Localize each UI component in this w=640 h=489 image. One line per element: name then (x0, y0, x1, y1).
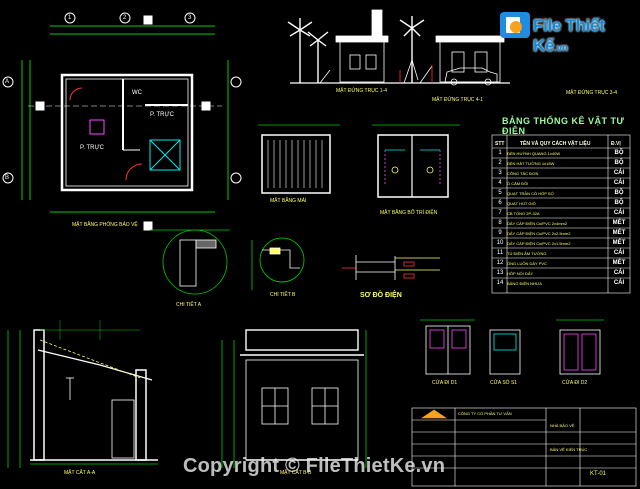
table-row-number: 1 (498, 150, 502, 156)
table-row-unit: CÁI (613, 180, 625, 186)
copyright-watermark: Copyright © FileThietKe.vn (183, 455, 446, 477)
floor-plan (2, 12, 242, 231)
table-row-unit: BỘ (614, 150, 624, 156)
title-block-drawing: BẢN VẼ KIẾN TRÚC (550, 447, 588, 452)
caption-elev-front: MẶT ĐỨNG TRỤC 1-4 (336, 88, 388, 94)
caption-elev-back: MẶT ĐỨNG TRỤC 3-4 (566, 90, 618, 96)
table-row-description: DÂY CÁP ĐIỆN Cu/PVC 2x2.5mm2 (507, 231, 571, 236)
table-row-description: BẢNG ĐIỆN NHỰA (507, 281, 542, 286)
table-row-description: ỐNG LUỒN DÂY PVC (507, 261, 547, 266)
table-row-unit: CÁI (613, 170, 625, 176)
table-row-number: 6 (498, 200, 502, 206)
table-row-number: 7 (498, 210, 502, 216)
title-block-project: NHÀ BẢO VỆ (550, 423, 575, 428)
section-b (221, 329, 367, 468)
table-row-description: ĐÈN HUỲNH QUANG 1x40W (507, 151, 561, 156)
caption-detail-a: CHI TIẾT A (176, 302, 202, 308)
table-row-unit: MÉT (612, 230, 626, 236)
table-row-description: CB TỔNG 2P-32A (507, 211, 540, 216)
table-row-number: 2 (498, 160, 502, 166)
table-row-unit: MÉT (612, 240, 626, 246)
table-row-number: 5 (498, 190, 502, 196)
room-label-wc: WC (132, 90, 142, 96)
file-folder-icon (500, 12, 530, 38)
caption-elev-side: MẶT ĐỨNG TRỤC 4-1 (432, 97, 484, 103)
grid-label-2: 2 (123, 15, 127, 21)
table-row-unit: MÉT (612, 220, 626, 226)
details (150, 229, 305, 295)
caption-electric-plan: MẶT BẰNG BỐ TRÍ ĐIỆN (380, 210, 438, 216)
table-row-number: 9 (498, 230, 502, 236)
grid-label-3: 3 (188, 15, 192, 21)
table-row-unit: MÉT (612, 260, 626, 266)
table-row-unit: CÁI (613, 210, 625, 216)
room-label-left: P. TRỰC (80, 145, 104, 151)
table-row-number: 3 (498, 170, 502, 176)
table-row-description: QUẠT HÚT GIÓ (507, 201, 536, 206)
table-row-number: 10 (496, 240, 504, 246)
table-row-description: HỘP NỐI DÂY (507, 271, 534, 276)
caption-section-a: MẶT CẮT A-A (64, 470, 96, 476)
table-row-unit: CÁI (613, 250, 625, 256)
table-row-unit: CÁI (613, 270, 625, 276)
table-row-number: 4 (498, 180, 502, 186)
table-row-unit: BỘ (614, 200, 624, 206)
table-row-number: 12 (496, 260, 504, 266)
roof-plan (258, 124, 340, 194)
caption-window-1: CỬA SỔ S1 (490, 380, 518, 386)
schematic (342, 255, 440, 280)
grid-label-b: B (5, 175, 10, 181)
table-row-number: 8 (498, 220, 502, 226)
room-label-guard: P. TRỰC (150, 112, 174, 118)
title-block-sheet: KT-01 (590, 471, 607, 477)
grid-label-a: A (5, 79, 10, 85)
table-header-description: TÊN VÀ QUY CÁCH VẬT LIỆU (520, 141, 591, 147)
title-block-company: CÔNG TY CỔ PHẦN TƯ VẤN (458, 411, 512, 416)
electric-plan (372, 124, 460, 198)
table-row-unit: BỘ (614, 160, 624, 166)
table-row-description: Ổ CẮM ĐÔI (507, 181, 529, 186)
table-row-description: DÂY CÁP ĐIỆN Cu/PVC 2x4mm2 (507, 221, 568, 226)
table-row-number: 11 (496, 250, 504, 256)
caption-door-1: CỬA ĐI D1 (432, 380, 458, 386)
site-logo[interactable]: File Thiết Kế.vn (500, 8, 638, 55)
table-row-description: CÔNG TẮC ĐƠN (507, 171, 539, 176)
logo-domain: .vn (554, 43, 568, 54)
table-header-number: STT (495, 141, 505, 147)
caption-schematic: SƠ ĐỒ ĐIỆN (360, 292, 402, 299)
table-row-description: ĐÈN HẮT TƯỜNG 1x18W (507, 161, 555, 166)
table-row-description: QUẠT TRẦN CÓ HỘP SỐ (507, 191, 554, 196)
caption-detail-b: CHI TIẾT B (270, 292, 296, 298)
material-table-title: BẢNG THỐNG KÊ VẬT TƯ ĐIỆN (502, 116, 625, 136)
grid-label-1: 1 (68, 15, 72, 21)
table-row-unit: CÁI (613, 280, 625, 286)
logo-brand: File Thiết Kế (533, 16, 605, 55)
section-a (7, 320, 158, 468)
table-row-description: DÂY CÁP ĐIỆN Cu/PVC 2x1.5mm2 (507, 241, 571, 246)
logo-text: File Thiết Kế.vn (533, 16, 638, 56)
table-row-unit: BỘ (614, 190, 624, 196)
table-row-description: TỦ ĐIỆN ÂM TƯỜNG (507, 251, 547, 256)
table-row-number: 14 (496, 280, 504, 286)
caption-door-2: CỬA ĐI D2 (562, 380, 588, 386)
top-elevations (287, 9, 510, 86)
door-window-details (420, 319, 604, 375)
table-row-number: 13 (496, 270, 504, 276)
caption-roof-plan: MẶT BẰNG MÁI (270, 198, 307, 204)
table-header-unit: Đ.VỊ (611, 141, 621, 147)
caption-floor-plan: MẶT BẰNG PHÒNG BẢO VỆ (72, 222, 138, 228)
